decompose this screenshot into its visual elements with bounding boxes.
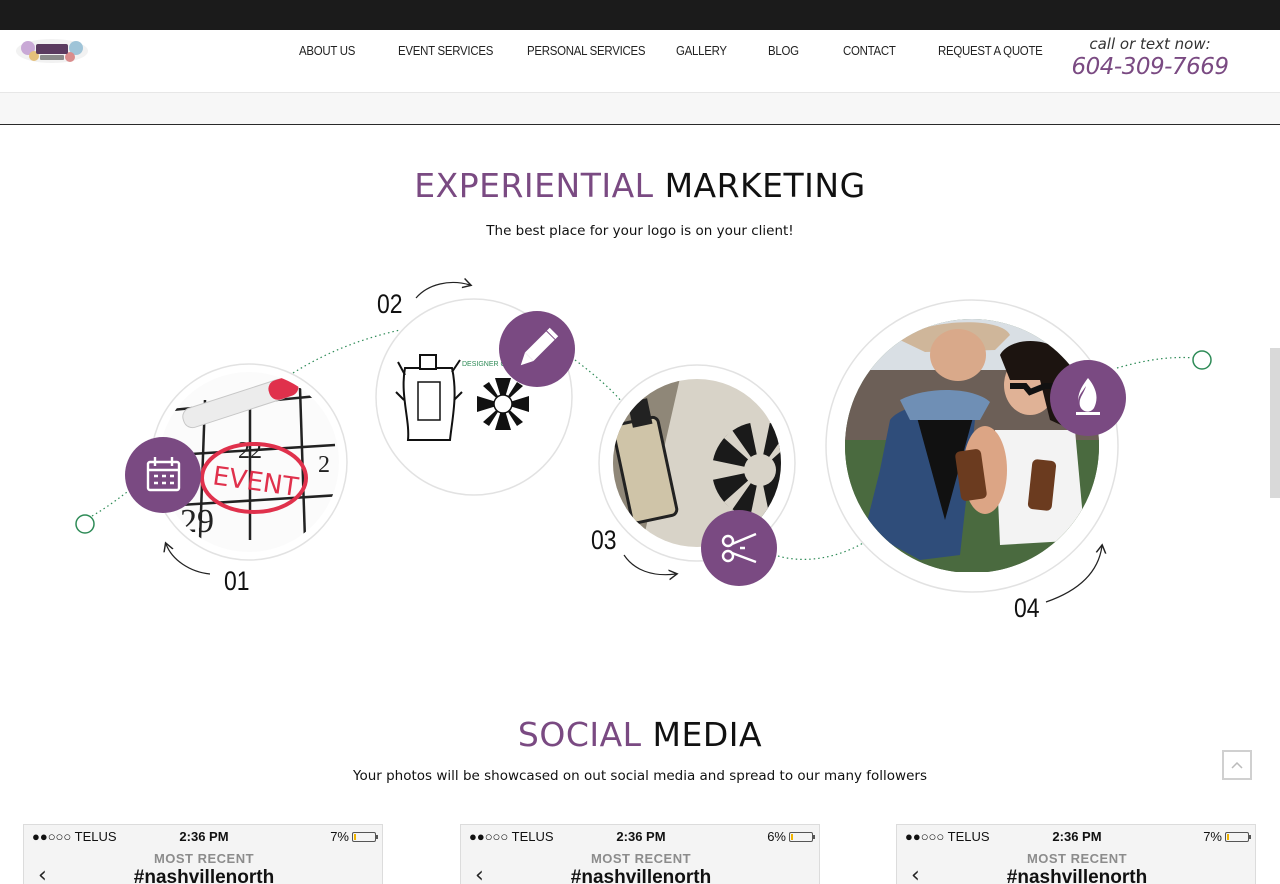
step-number-02: 02 bbox=[377, 289, 403, 319]
hashtag-label: #nashvillenorth bbox=[1006, 867, 1148, 884]
arrow-2 bbox=[415, 283, 470, 299]
pencil-icon-badge[interactable] bbox=[499, 311, 575, 387]
battery-status: 7% bbox=[330, 829, 378, 844]
step-number-01: 01 bbox=[224, 566, 250, 596]
title-accent-word: SOCIAL bbox=[517, 715, 642, 754]
svg-text:22: 22 bbox=[238, 438, 262, 464]
svg-text:2: 2 bbox=[318, 452, 330, 478]
calendar-icon-badge[interactable] bbox=[125, 437, 201, 513]
battery-icon bbox=[352, 831, 378, 842]
chevron-up-icon bbox=[1231, 761, 1243, 769]
step-number-04: 04 bbox=[1014, 593, 1040, 623]
battery-icon bbox=[789, 831, 815, 842]
phone-time: 2:36 PM bbox=[1052, 829, 1102, 844]
flame-icon-badge[interactable] bbox=[1050, 360, 1126, 436]
battery-percent: 7% bbox=[1203, 829, 1222, 844]
scissors-icon-badge[interactable] bbox=[701, 510, 777, 586]
battery-icon bbox=[1225, 831, 1251, 842]
battery-status: 6% bbox=[767, 829, 815, 844]
most-recent-heading: MOST RECENT bbox=[153, 851, 255, 866]
title-dark-word: MEDIA bbox=[652, 715, 763, 754]
arrow-3 bbox=[623, 554, 676, 575]
start-node bbox=[75, 514, 95, 534]
social-screenshot-card[interactable]: ●●○○○ TELUS 2:36 PM 7% ‹ MOST RECENT #na… bbox=[896, 824, 1256, 884]
phone-status-bar: ●●○○○ TELUS 2:36 PM 7% bbox=[897, 829, 1255, 845]
scrollbar-thumb[interactable] bbox=[1270, 348, 1280, 498]
social-screenshot-card[interactable]: ●●○○○ TELUS 2:36 PM 7% ‹ MOST RECENT #na… bbox=[23, 824, 383, 884]
battery-percent: 7% bbox=[330, 829, 349, 844]
battery-fill bbox=[354, 833, 356, 840]
battery-status: 7% bbox=[1203, 829, 1251, 844]
step-number-03: 03 bbox=[591, 525, 617, 555]
step-3-circle bbox=[598, 364, 796, 562]
battery-fill bbox=[791, 833, 793, 840]
most-recent-heading: MOST RECENT bbox=[1026, 851, 1128, 866]
battery-fill bbox=[1227, 833, 1229, 840]
phone-time: 2:36 PM bbox=[616, 829, 666, 844]
social-screenshot-card[interactable]: ●●○○○ TELUS 2:36 PM 6% ‹ MOST RECENT #na… bbox=[460, 824, 820, 884]
social-media-title: SOCIAL MEDIA bbox=[0, 715, 1280, 754]
step-4-circle bbox=[825, 299, 1119, 593]
hashtag-label: #nashvillenorth bbox=[133, 867, 275, 884]
hashtag-label: #nashvillenorth bbox=[570, 867, 712, 884]
battery-percent: 6% bbox=[767, 829, 786, 844]
phone-status-bar: ●●○○○ TELUS 2:36 PM 7% bbox=[24, 829, 382, 845]
end-node bbox=[1192, 350, 1212, 370]
most-recent-heading: MOST RECENT bbox=[590, 851, 692, 866]
phone-status-bar: ●●○○○ TELUS 2:36 PM 6% bbox=[461, 829, 819, 845]
phone-time: 2:36 PM bbox=[179, 829, 229, 844]
social-subtitle: Your photos will be showcased on out soc… bbox=[353, 768, 927, 784]
scroll-to-top-button[interactable] bbox=[1222, 750, 1252, 780]
